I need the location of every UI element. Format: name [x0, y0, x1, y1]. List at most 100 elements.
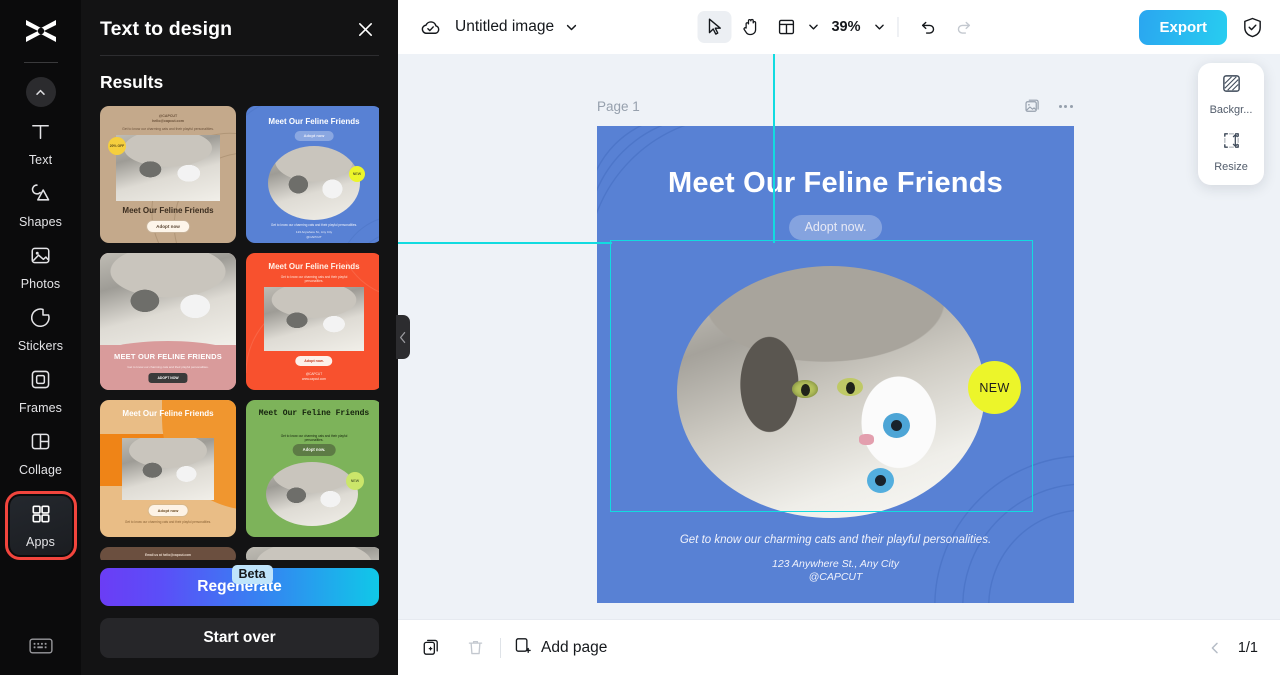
- panel-collapse-handle[interactable]: [396, 315, 410, 359]
- topbar-right: Export: [1139, 9, 1264, 45]
- background-label: Backgr...: [1209, 104, 1253, 116]
- add-page-icon: [513, 636, 532, 660]
- main-area: Untitled image 39% Export Page 1 Meet Ou…: [398, 0, 1280, 675]
- result-card[interactable]: [246, 546, 379, 560]
- canvas-area[interactable]: Page 1 Meet Our Feline Friends Adopt now…: [398, 54, 1280, 619]
- result-card[interactable]: Meet Our Feline Friends Get to know our …: [246, 252, 379, 390]
- sidebar-item-label: Shapes: [19, 215, 62, 229]
- text-to-design-panel: Text to design Results @CAPCUT hello@cap…: [81, 0, 398, 675]
- sidebar-item-collage[interactable]: Collage: [10, 423, 72, 483]
- photos-icon: [29, 244, 52, 272]
- resize-button[interactable]: Resize: [1198, 130, 1264, 173]
- card-tagline: Get to know our charming cats and their …: [127, 364, 209, 369]
- card-title: Meet Our Feline Friends: [122, 408, 214, 418]
- close-icon[interactable]: [352, 16, 378, 42]
- card-button: Adopt now: [147, 503, 189, 517]
- card-handle: @CAPCUT: [158, 113, 178, 118]
- shapes-icon: [29, 182, 52, 210]
- rail-divider: [23, 62, 58, 63]
- select-tool-button[interactable]: [697, 11, 732, 43]
- more-options-icon[interactable]: [1058, 105, 1073, 108]
- zoom-level[interactable]: 39%: [821, 19, 864, 35]
- sidebar-item-photos[interactable]: Photos: [10, 237, 72, 297]
- duplicate-page-icon[interactable]: [1024, 98, 1041, 115]
- sidebar-item-text[interactable]: Text: [10, 113, 72, 173]
- chevron-down-icon[interactable]: [565, 21, 578, 34]
- bottom-toolbar: Add page 1/1: [398, 619, 1280, 675]
- top-toolbar: Untitled image 39% Export: [398, 0, 1280, 54]
- redo-button[interactable]: [947, 11, 981, 43]
- rail-collapse-button[interactable]: [25, 77, 56, 107]
- sidebar-item-stickers[interactable]: Stickers: [10, 299, 72, 359]
- start-over-button[interactable]: Start over: [100, 618, 379, 658]
- card-tagline: Get to know our charming cats and their …: [280, 274, 348, 283]
- keyboard-shortcuts-button[interactable]: [28, 636, 53, 661]
- resize-icon: [1221, 130, 1242, 156]
- shield-check-icon[interactable]: [1241, 16, 1264, 39]
- sidebar-item-shapes[interactable]: Shapes: [10, 175, 72, 235]
- card-button-label: Adopt now: [157, 507, 179, 513]
- apps-icon: [30, 503, 52, 530]
- design-address-line: 123 Anywhere St., Any City: [771, 558, 900, 570]
- card-tagline: Get to know our charming cats and their …: [270, 222, 358, 227]
- results-grid: @CAPCUT hello@capcut.com Get to know our…: [100, 105, 379, 560]
- layout-chevron-icon[interactable]: [805, 21, 819, 33]
- trash-icon[interactable]: [460, 633, 490, 663]
- card-tagline: Get to know our charming cats and their …: [280, 433, 348, 442]
- capcut-editor-window: Text Shapes Photos Stickers Frames Colla…: [0, 0, 1280, 675]
- document-title[interactable]: Untitled image: [455, 18, 554, 36]
- result-card[interactable]: @CAPCUT hello@capcut.com Get to know our…: [100, 105, 236, 243]
- result-card[interactable]: Meet Our Feline Friends Adopt now NEW Ge…: [246, 105, 379, 243]
- toolbar-divider: [897, 17, 899, 37]
- hand-tool-button[interactable]: [733, 11, 767, 43]
- page-nav: 1/1: [1208, 640, 1258, 656]
- export-button[interactable]: Export: [1139, 9, 1227, 45]
- add-page-label: Add page: [541, 638, 608, 656]
- card-title: Meet Our Feline Friends: [268, 116, 360, 126]
- sidebar-item-label: Apps: [26, 535, 55, 549]
- layout-tool-button[interactable]: [769, 11, 803, 43]
- results-heading: Results: [100, 71, 164, 92]
- chevron-left-icon[interactable]: [1208, 641, 1222, 655]
- beta-badge: Beta: [231, 565, 273, 584]
- rail-items: Text Shapes Photos Stickers Frames Colla…: [0, 107, 81, 560]
- card-badge-label: NEW: [352, 171, 362, 176]
- result-card[interactable]: Email us at hello@capcut.com: [100, 546, 236, 560]
- collage-icon: [29, 430, 52, 458]
- result-card[interactable]: MEET OUR FELINE FRIENDS Get to know our …: [100, 252, 236, 390]
- card-handle: @CAPCUT: [305, 371, 323, 376]
- sidebar-item-frames[interactable]: Frames: [10, 361, 72, 421]
- sidebar-item-label: Frames: [19, 401, 62, 415]
- design-tagline: Get to know our charming cats and their …: [679, 534, 992, 546]
- zoom-chevron-icon[interactable]: [867, 21, 886, 33]
- selection-bounding-box[interactable]: [610, 240, 1033, 512]
- card-badge-new: NEW: [346, 471, 364, 490]
- design-handle: @CAPCUT: [808, 571, 863, 584]
- background-button[interactable]: Backgr...: [1198, 73, 1264, 116]
- card-button: Adopt now: [294, 130, 334, 141]
- card-email: hello@capcut.com: [152, 118, 184, 123]
- panel-actions: Beta Regenerate Start over: [81, 560, 398, 675]
- add-page-button[interactable]: Add page: [513, 636, 607, 660]
- background-icon: [1221, 73, 1242, 99]
- card-handle: @CAPCUT: [306, 234, 322, 239]
- sidebar-item-label: Stickers: [17, 339, 64, 353]
- rail-divider-2: [25, 491, 56, 492]
- text-icon: [29, 120, 52, 148]
- result-card[interactable]: Meet Our Feline Friends Adopt now Get to…: [100, 399, 236, 537]
- card-title: Meet Our Feline Friends: [258, 408, 370, 418]
- sidebar-item-apps[interactable]: Apps: [4, 491, 77, 560]
- tool-rail: Text Shapes Photos Stickers Frames Colla…: [0, 0, 81, 675]
- card-button-label: ADOPT NOW: [157, 375, 179, 380]
- cloud-saved-icon[interactable]: [418, 15, 442, 39]
- capcut-logo-icon[interactable]: [21, 14, 61, 48]
- bottombar-divider: [500, 637, 501, 658]
- duplicate-icon[interactable]: [416, 633, 446, 663]
- card-button-label: Adopt now.: [304, 358, 324, 363]
- design-address: 123 Anywhere St., Any City @CAPCUT: [597, 558, 1074, 584]
- card-button-label: Adopt now: [156, 223, 180, 229]
- result-card[interactable]: Meet Our Feline Friends Get to know our …: [246, 399, 379, 537]
- frames-icon: [29, 368, 52, 396]
- card-badge-discount: 20% OFF: [108, 136, 126, 155]
- undo-button[interactable]: [911, 11, 945, 43]
